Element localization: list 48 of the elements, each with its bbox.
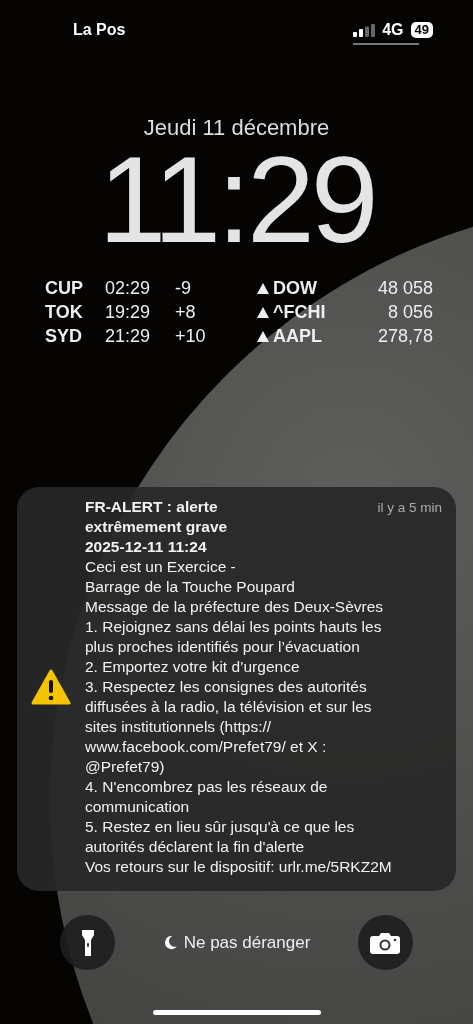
alert-text: Vos retours sur le dispositif: urlr.me/5RKZ2M	[85, 857, 393, 877]
signal-icon	[353, 23, 376, 37]
alert-text: 2. Emportez votre kit d’urgence	[85, 657, 301, 677]
stock-symbol: ^FCHI	[273, 301, 327, 323]
alert-text: communication	[85, 797, 191, 817]
alert-text: sites institutionnels (https://	[85, 717, 273, 737]
alert-text: Barrage de la Touche Poupard	[85, 577, 296, 597]
city-time: 19:29	[105, 301, 152, 323]
alert-text: 5. Restez en lieu sûr jusqu'à ce que les	[85, 817, 356, 837]
alert-text: Ceci est un Exercice -	[85, 557, 237, 577]
moon-icon	[162, 935, 178, 950]
city-code: SYD	[45, 325, 83, 347]
network-type: 4G	[382, 21, 404, 39]
alert-text: www.facebook.com/Prefet79/ et X :	[85, 737, 328, 757]
carrier-name: La Pos	[73, 21, 126, 39]
alert-text: Message de la préfecture des Deux-Sèvres	[85, 597, 385, 617]
stock-value: 8 056	[386, 301, 433, 323]
city-code: CUP	[45, 277, 84, 299]
alert-text: 3. Respectez les consignes des autorités	[85, 677, 368, 697]
lock-date: Jeudi 11 décembre	[142, 115, 331, 141]
camera-icon	[370, 931, 401, 954]
city-time: 21:29	[105, 325, 152, 347]
alert-text: @Prefet79)	[85, 757, 166, 777]
time-offset: +10	[175, 325, 207, 347]
alert-notification[interactable]	[17, 487, 456, 891]
city-code: TOK	[45, 301, 84, 323]
stock-value: 48 058	[376, 277, 433, 299]
alert-text: autorités déclarent la fin d'alerte	[85, 837, 306, 857]
warning-icon	[31, 669, 71, 705]
time-offset: -9	[175, 277, 192, 299]
alert-title: extrêmement grave	[85, 517, 228, 537]
stock-symbol: AAPL	[273, 325, 323, 347]
alert-text: 4. N'encombrez pas les réseaux de	[85, 777, 329, 797]
time-offset: +8	[175, 301, 197, 323]
focus-mode-label: Ne pas déranger	[183, 932, 311, 953]
alert-text: diffusées à la radio, la télévision et sur les	[85, 697, 373, 717]
stock-value: 278,78	[376, 325, 433, 347]
stock-symbol: DOW	[273, 277, 318, 299]
alert-title: FR-ALERT : alerte	[85, 497, 219, 517]
alert-title: 2025-12-11 11:24	[85, 537, 208, 557]
notification-age: il y a 5 min	[377, 500, 442, 515]
battery-level: 49	[410, 22, 433, 38]
city-time: 02:29	[105, 277, 152, 299]
alert-text: plus proches identifiés pour l’évacuation	[85, 637, 361, 657]
alert-text: 1. Rejoignez sans délai les points hauts les	[85, 617, 383, 637]
flashlight-icon	[81, 929, 94, 956]
status-indicator-line	[353, 43, 419, 45]
lock-clock: 11:29	[97, 145, 376, 255]
